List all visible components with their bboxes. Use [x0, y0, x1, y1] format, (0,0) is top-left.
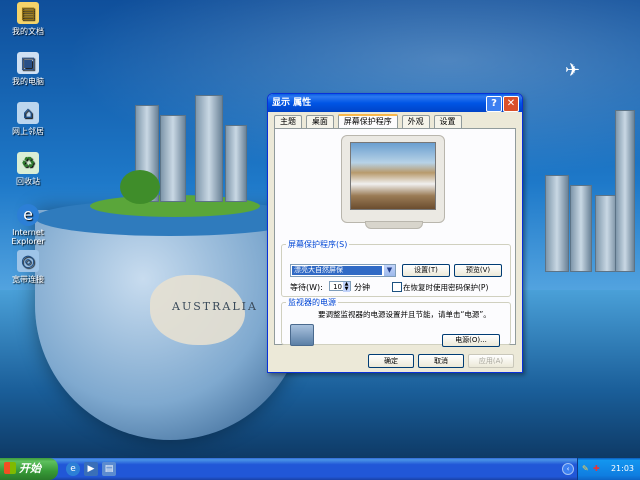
- computer-icon: ▣: [17, 52, 39, 74]
- start-button[interactable]: 开始: [0, 458, 58, 480]
- windows-logo-icon: [4, 462, 16, 474]
- power-monitor-icon: [290, 324, 314, 346]
- building: [225, 125, 247, 202]
- screensaver-selected-value: 漂亮大自然屏保: [292, 266, 382, 275]
- monitor-stand: [365, 221, 423, 229]
- help-button[interactable]: ?: [486, 96, 502, 112]
- close-button[interactable]: ✕: [503, 96, 519, 112]
- broadband-icon: ◎: [17, 250, 39, 272]
- screensaver-preview-image: [350, 142, 436, 210]
- desktop-icon-recycle-bin[interactable]: ♻ 回收站: [0, 152, 56, 187]
- screensaver-panel: 屏幕保护程序(S) 漂亮大自然屏保 ▼ 设置(T) 预览(V) 等待(W): 1…: [274, 128, 516, 347]
- wait-label: 等待(W):: [290, 283, 323, 292]
- screensaver-select[interactable]: 漂亮大自然屏保 ▼: [290, 264, 396, 277]
- ok-button[interactable]: 确定: [368, 354, 414, 368]
- tab-desktop[interactable]: 桌面: [305, 115, 334, 128]
- desktop-icon-label: 宽带连接: [12, 275, 44, 284]
- folder-icon: ▤: [17, 2, 39, 24]
- password-checkbox[interactable]: [392, 282, 402, 292]
- apply-button[interactable]: 应用(A): [468, 354, 514, 368]
- monitor-preview: [341, 135, 445, 223]
- show-desktop-icon[interactable]: ▤: [102, 462, 116, 476]
- settings-button[interactable]: 设置(T): [402, 264, 450, 277]
- wallpaper-map-label: AUSTRALIA: [172, 300, 258, 313]
- ie-icon[interactable]: e: [66, 462, 80, 476]
- network-icon: ⌂: [17, 102, 39, 124]
- display-properties-dialog: 显示 属性 ? ✕ 主题 桌面 屏幕保护程序 外观 设置 屏幕保护程序(S) 漂…: [267, 93, 523, 373]
- tray-security-icon[interactable]: ✚: [593, 464, 602, 473]
- desktop: ✈ AUSTRALIA ▤ 我的文档 ▣ 我的电脑 ⌂ 网上邻居 ♻ 回收站 e…: [0, 0, 640, 458]
- monitor-power-group: 监视器的电源 要调整监视器的电源设置并且节能，请单击“电源”。 电源(O)...: [281, 297, 511, 347]
- wait-unit: 分钟: [354, 283, 370, 292]
- desktop-icon-network[interactable]: ⌂ 网上邻居: [0, 102, 56, 137]
- building: [615, 110, 635, 272]
- desktop-icon-broadband[interactable]: ◎ 宽带连接: [0, 250, 56, 285]
- tab-settings[interactable]: 设置: [433, 115, 462, 128]
- ie-icon: e: [17, 204, 39, 226]
- tray-tool-icon[interactable]: ✎: [582, 464, 591, 473]
- tab-appearance[interactable]: 外观: [401, 115, 430, 128]
- desktop-icon-my-documents[interactable]: ▤ 我的文档: [0, 2, 56, 37]
- desktop-icon-my-computer[interactable]: ▣ 我的电脑: [0, 52, 56, 87]
- building: [160, 115, 186, 202]
- taskbar: 开始 e ▶ ▤ ‹ ✎ ✚ 21:03: [0, 458, 640, 480]
- recycle-bin-icon: ♻: [17, 152, 39, 174]
- screensaver-group-label: 屏幕保护程序(S): [288, 240, 348, 249]
- power-button[interactable]: 电源(O)...: [442, 334, 500, 347]
- power-description: 要调整监视器的电源设置并且节能，请单击“电源”。: [318, 310, 491, 319]
- password-checkbox-label: 在恢复时使用密码保护(P): [403, 283, 489, 292]
- building: [195, 95, 223, 202]
- tab-themes[interactable]: 主题: [274, 115, 302, 128]
- preview-button[interactable]: 预览(V): [454, 264, 502, 277]
- dialog-titlebar[interactable]: 显示 属性 ? ✕: [268, 94, 522, 112]
- building: [545, 175, 569, 272]
- desktop-icon-label: 我的文档: [12, 27, 44, 36]
- building: [570, 185, 592, 272]
- monitor-power-group-label: 监视器的电源: [288, 298, 336, 307]
- wait-stepper[interactable]: 10 ▲ ▼: [329, 281, 351, 292]
- tab-strip: 主题 桌面 屏幕保护程序 外观 设置: [274, 114, 463, 130]
- media-player-icon[interactable]: ▶: [84, 462, 98, 476]
- dialog-title: 显示 属性: [272, 98, 312, 108]
- clock[interactable]: 21:03: [611, 458, 634, 480]
- stepper-arrows-icon[interactable]: ▲ ▼: [343, 282, 350, 292]
- cancel-button[interactable]: 取消: [418, 354, 464, 368]
- airplane-icon: ✈: [565, 60, 581, 81]
- wait-value: 10: [333, 283, 342, 291]
- desktop-icon-internet-explorer[interactable]: e Internet Explorer: [0, 204, 56, 246]
- system-tray: ✎ ✚ 21:03: [577, 458, 640, 480]
- start-label: 开始: [19, 462, 41, 475]
- tray-expand-icon[interactable]: ‹: [562, 463, 574, 475]
- desktop-icon-label: 我的电脑: [12, 77, 44, 86]
- desktop-icon-label: 网上邻居: [12, 127, 44, 136]
- tree-illustration: [120, 170, 160, 204]
- desktop-icon-label: 回收站: [16, 177, 40, 186]
- desktop-icon-label: Internet Explorer: [11, 228, 45, 246]
- screensaver-group: 屏幕保护程序(S) 漂亮大自然屏保 ▼ 设置(T) 预览(V) 等待(W): 1…: [281, 239, 511, 297]
- chevron-down-icon[interactable]: ▼: [384, 265, 395, 276]
